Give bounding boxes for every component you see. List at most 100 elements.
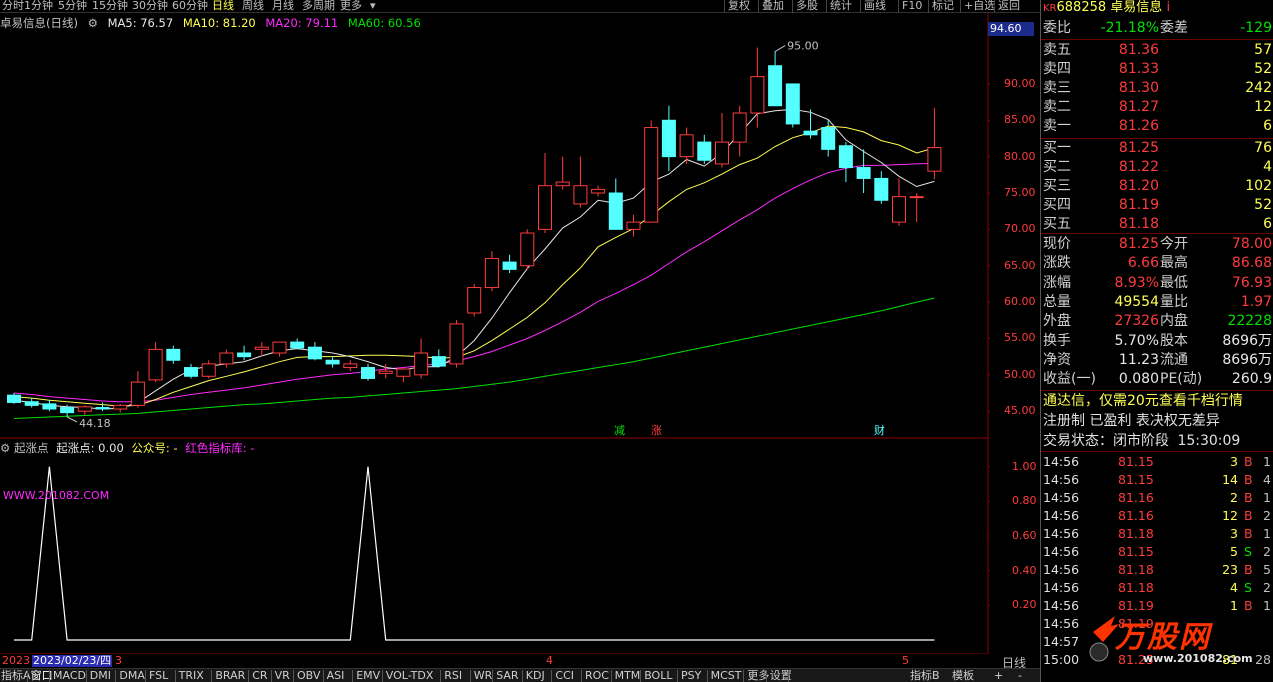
indicator-tab[interactable]: OBV bbox=[297, 669, 320, 682]
candle-body bbox=[77, 406, 92, 412]
indicator-tab[interactable]: DMI bbox=[90, 669, 111, 682]
book-price: 81.20 bbox=[1118, 178, 1159, 194]
trade-time: 14:56 bbox=[1043, 526, 1080, 541]
stat-label: 净资 bbox=[1043, 351, 1071, 368]
indicator-tab[interactable]: KDJ bbox=[526, 669, 545, 682]
divider bbox=[492, 670, 494, 682]
book-volume: 242 bbox=[1245, 80, 1272, 96]
candle-body bbox=[414, 352, 429, 376]
indicator-tab[interactable]: 指标B bbox=[910, 669, 940, 682]
toolbar-button[interactable]: 返回 bbox=[998, 0, 1020, 13]
indicator-tab[interactable]: + bbox=[994, 669, 1003, 682]
month-label: 4 bbox=[546, 654, 553, 667]
indicator-tab[interactable]: EMV bbox=[356, 669, 380, 682]
indicator-tab[interactable]: VR bbox=[275, 669, 290, 682]
divider bbox=[788, 670, 790, 682]
candle-body bbox=[95, 407, 110, 410]
indicator-tab[interactable]: ASI bbox=[327, 669, 345, 682]
indicator-tab[interactable]: CR bbox=[252, 669, 267, 682]
candle-body bbox=[856, 167, 871, 179]
indicator-watermark: WWW.201082.COM bbox=[3, 489, 110, 502]
trade-time: 14:56 bbox=[1043, 580, 1080, 595]
indicator-tab[interactable]: - bbox=[1018, 669, 1022, 682]
settings-icon[interactable]: ⚙ bbox=[0, 441, 10, 455]
quote-panel: KR688258 卓易信息 i 委比 -21.18% 委差 -129 通达信，仅… bbox=[1040, 0, 1273, 682]
candle-body bbox=[838, 145, 853, 169]
toolbar-button[interactable]: F10 bbox=[902, 0, 922, 13]
stat-row: 外盘 27326 内盘 22228 bbox=[1041, 312, 1273, 331]
trade-time: 14:56 bbox=[1043, 598, 1080, 613]
month-label: 3 bbox=[115, 654, 122, 667]
toolbar-button[interactable]: 多股 bbox=[796, 0, 818, 13]
book-label: 卖四 bbox=[1043, 61, 1071, 77]
period-tab[interactable]: 日线 bbox=[212, 0, 234, 13]
divider bbox=[826, 0, 827, 13]
stat-value: 8.93% bbox=[1114, 274, 1159, 291]
toolbar-button[interactable]: +自选 bbox=[964, 0, 995, 13]
period-tab[interactable]: 周线 bbox=[242, 0, 264, 13]
period-tab[interactable]: 1分钟 bbox=[24, 0, 53, 13]
trade-count: 2 bbox=[1263, 508, 1271, 523]
price-tick-label: 60.00 bbox=[1004, 295, 1036, 309]
candle-body bbox=[361, 367, 375, 379]
indicator-tab[interactable]: DMA bbox=[119, 669, 145, 682]
period-tab[interactable]: 60分钟 bbox=[172, 0, 208, 13]
stat-row: 换手 5.70% 股本 8696万 bbox=[1041, 332, 1273, 351]
event-marker: 财 bbox=[874, 423, 885, 437]
toolbar-button[interactable]: 标记 bbox=[932, 0, 954, 13]
period-tab[interactable]: 更多 bbox=[340, 0, 362, 13]
trade-side: B bbox=[1244, 508, 1253, 523]
indicator-tab[interactable]: MACD bbox=[53, 669, 86, 682]
stat-value: 86.68 bbox=[1231, 255, 1272, 272]
period-tab[interactable]: 15分钟 bbox=[92, 0, 128, 13]
candle-body bbox=[24, 401, 39, 406]
trade-volume: 3 bbox=[1230, 526, 1238, 541]
indicator-tab[interactable]: RSI bbox=[444, 669, 462, 682]
trade-row: 14:56 81.18 4 S 2 bbox=[1041, 579, 1273, 597]
candle-body bbox=[113, 404, 128, 410]
indicator-tab[interactable]: PSY bbox=[681, 669, 701, 682]
period-tab[interactable]: 分时 bbox=[2, 0, 24, 13]
bid-row: 买四 81.19 52 bbox=[1041, 196, 1273, 215]
indicator-tab[interactable]: BOLL bbox=[644, 669, 672, 682]
indicator-tab[interactable]: TRIX bbox=[179, 669, 204, 682]
info-icon[interactable]: i bbox=[1166, 0, 1170, 15]
indicator-tab[interactable]: ROC bbox=[585, 669, 609, 682]
indicator-tab[interactable]: MCST bbox=[711, 669, 742, 682]
kline-chart[interactable]: 95.00 44.18 减 涨 财 bbox=[0, 13, 990, 654]
divider bbox=[724, 0, 725, 13]
indicator-tab[interactable]: FSL bbox=[149, 669, 168, 682]
trade-time: 14:56 bbox=[1043, 562, 1080, 577]
candle-body bbox=[431, 356, 446, 367]
notice-link[interactable]: 通达信，仅需20元查看千档行情 bbox=[1043, 392, 1243, 411]
toolbar-button[interactable]: 叠加 bbox=[762, 0, 784, 13]
stat-value: 78.00 bbox=[1231, 236, 1272, 252]
indicator-tab[interactable]: BRAR bbox=[215, 669, 245, 682]
stat-value: 0.080 bbox=[1118, 371, 1159, 388]
chevron-down-icon[interactable]: ▾ bbox=[370, 0, 376, 13]
trade-status: 交易状态：闭市阶段 15:30:09 bbox=[1043, 433, 1241, 449]
indicator-tab[interactable]: 模板 bbox=[952, 669, 974, 682]
indicator-tab[interactable]: MTM bbox=[615, 669, 641, 682]
period-tab[interactable]: 30分钟 bbox=[132, 0, 168, 13]
indicator-tab[interactable]: WR bbox=[474, 669, 493, 682]
indicator-tab[interactable]: CCI bbox=[555, 669, 574, 682]
indicator-tab[interactable]: SAR bbox=[496, 669, 518, 682]
price-tick-label: 55.00 bbox=[1004, 331, 1036, 345]
divider bbox=[521, 670, 523, 682]
trade-side: B bbox=[1244, 562, 1253, 577]
trade-volume: 4 bbox=[1230, 580, 1238, 595]
candle-body bbox=[42, 403, 57, 410]
period-tab[interactable]: 月线 bbox=[272, 0, 294, 13]
divider bbox=[248, 670, 250, 682]
toolbar-button[interactable]: 统计 bbox=[830, 0, 852, 13]
price-tick-label: 45.00 bbox=[1004, 404, 1036, 418]
divider bbox=[322, 670, 324, 682]
toolbar-button[interactable]: 画线 bbox=[864, 0, 886, 13]
divider bbox=[352, 670, 354, 682]
toolbar-button[interactable]: 复权 bbox=[728, 0, 750, 13]
period-tab[interactable]: 多周期 bbox=[302, 0, 335, 13]
divider bbox=[581, 670, 582, 682]
period-tab[interactable]: 5分钟 bbox=[58, 0, 87, 13]
indicator-tab[interactable]: VOL-TDX bbox=[386, 669, 434, 682]
